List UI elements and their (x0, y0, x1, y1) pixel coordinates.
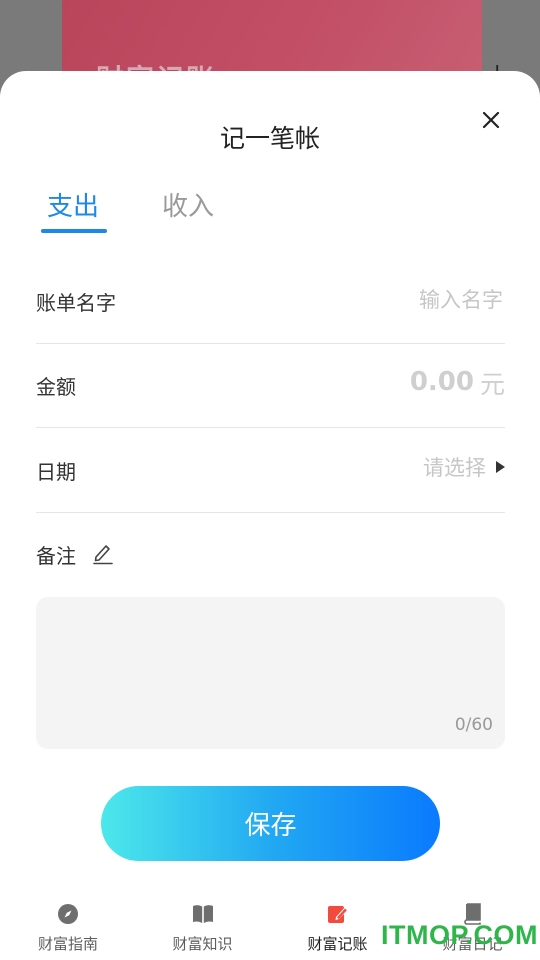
bill-name-input[interactable] (241, 281, 505, 319)
remark-label: 备注 (36, 544, 76, 568)
remark-textarea[interactable] (50, 609, 494, 713)
date-picker[interactable]: 请选择 (423, 452, 505, 482)
watermark: ITMOP.COM (381, 920, 539, 950)
close-button[interactable] (474, 103, 508, 137)
active-tab-indicator (41, 229, 107, 233)
book-icon (193, 905, 213, 923)
tab-income[interactable]: 收入 (162, 186, 214, 223)
sheet-title: 记一笔帐 (219, 124, 320, 153)
bill-name-row: 账单名字 (36, 259, 505, 344)
nav-item-guide[interactable]: 财富指南 (0, 895, 135, 960)
date-placeholder: 请选择 (423, 456, 486, 480)
amount-unit: 元 (479, 370, 505, 399)
nav-label-knowledge: 财富知识 (172, 935, 233, 953)
pencil-icon[interactable] (92, 541, 114, 565)
add-record-sheet: 记一笔帐 支出 收入 账单名字 金额 元 日期 请选择 备注 0/60 保存 (0, 71, 540, 960)
edit-note-icon (328, 906, 348, 923)
remark-counter: 0/60 (454, 715, 493, 735)
save-button[interactable]: 保存 (101, 786, 440, 861)
nav-item-knowledge[interactable]: 财富知识 (135, 895, 270, 960)
close-icon (482, 111, 500, 129)
tab-expense[interactable]: 支出 (47, 186, 99, 223)
remark-box: 0/60 (36, 597, 505, 749)
amount-input[interactable] (272, 363, 476, 401)
amount-row: 金额 元 (36, 343, 505, 428)
bill-name-label: 账单名字 (36, 291, 116, 315)
compass-icon (58, 904, 78, 924)
date-row: 日期 请选择 (36, 428, 505, 513)
triangle-right-icon (496, 461, 505, 473)
nav-label-guide: 财富指南 (38, 935, 99, 953)
amount-label: 金额 (36, 375, 76, 399)
date-label: 日期 (36, 460, 76, 484)
